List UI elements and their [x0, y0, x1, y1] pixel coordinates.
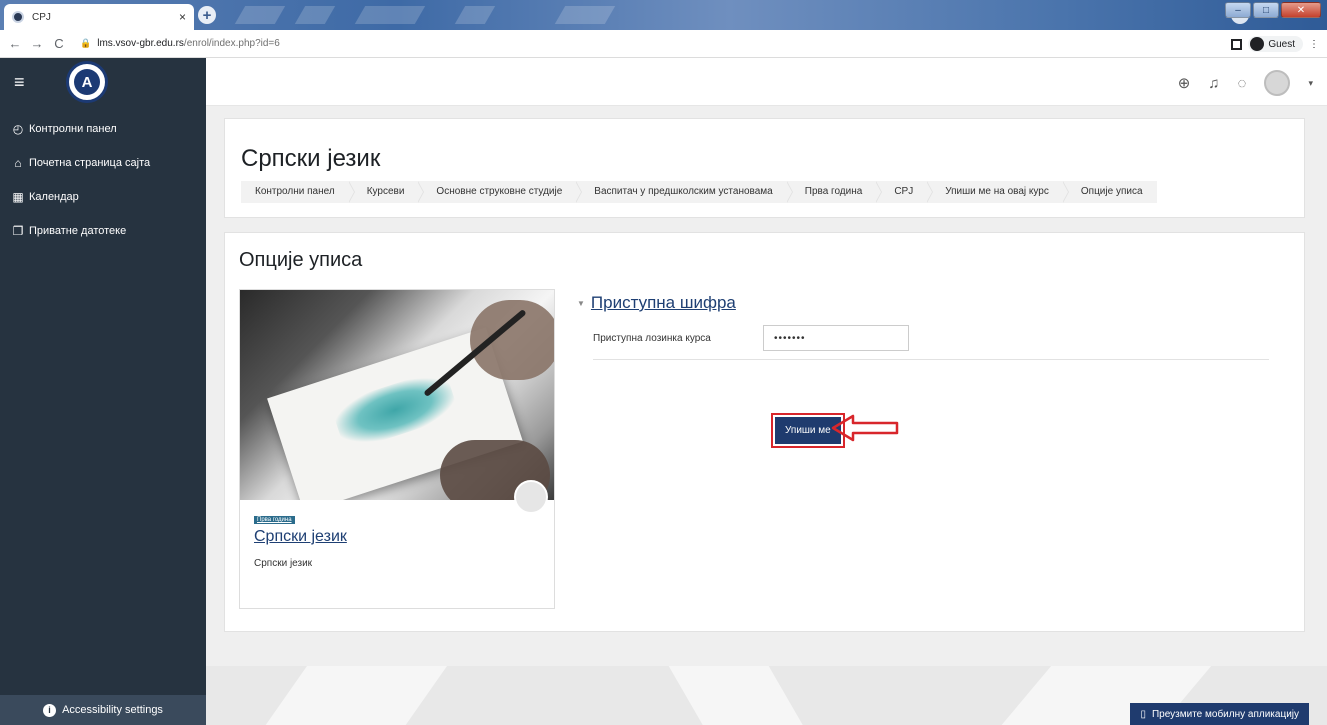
page-title: Српски језик [241, 145, 381, 172]
image-hand-shape [470, 300, 554, 380]
notifications-bell-icon[interactable]: ♫ [1208, 75, 1219, 92]
breadcrumb-item-current: Опције уписа [1080, 186, 1143, 197]
sidebar-item-dashboard[interactable]: ◴ Контролни панел [0, 112, 206, 146]
close-window-icon[interactable]: ✕ [1281, 2, 1321, 18]
close-tab-icon[interactable]: × [179, 10, 186, 24]
tab-title: CPJ [32, 11, 51, 23]
sidebar: ◴ Контролни панел ⌂ Почетна страница сај… [0, 106, 206, 725]
profile-button[interactable]: Guest [1248, 36, 1303, 52]
course-card: Прва година Српски језик Српски језик [239, 289, 555, 609]
site-logo[interactable]: A [66, 61, 108, 103]
minimize-icon[interactable]: – [1225, 2, 1251, 18]
language-globe-icon[interactable]: ⊕ [1178, 74, 1191, 92]
enrolment-options-card: Опције уписа Прва година Српски језик Ср… [224, 232, 1305, 632]
forward-arrow-icon[interactable]: → [28, 36, 46, 51]
breadcrumb-item[interactable]: Курсеви [349, 181, 425, 203]
course-name-link[interactable]: Српски језик [254, 528, 347, 546]
user-avatar[interactable] [1264, 70, 1291, 96]
collapse-triangle-icon[interactable]: ▼ [577, 299, 585, 308]
back-arrow-icon[interactable]: ← [6, 36, 24, 51]
browser-menu-icon[interactable]: ⋮ [1309, 39, 1319, 50]
profile-icon [1250, 37, 1265, 51]
url-field[interactable]: 🔒 lms.vsov-gbr.edu.rs/enrol/index.php?id… [80, 38, 280, 49]
breadcrumb-item[interactable]: Прва година [787, 181, 882, 203]
hamburger-menu-icon[interactable]: ≡ [14, 72, 44, 93]
get-mobile-app-button[interactable]: ▯ Преузмите мобилну апликацију [1130, 703, 1309, 725]
self-enrolment-form: ▼ Приступна шифра Приступна лозинка курс… [577, 293, 1269, 448]
logo-emblem-icon: A [74, 69, 100, 95]
lock-icon: 🔒 [80, 38, 92, 48]
browser-tabbar: CPJ × + ⌄ – □ ✕ [0, 0, 1327, 30]
sidebar-item-label: Календар [29, 191, 79, 203]
enrolment-key-input[interactable]: ••••••• [763, 325, 909, 351]
password-label: Приступна лозинка курса [593, 332, 711, 344]
section-title: Опције уписа [239, 249, 363, 271]
window-decoration [354, 6, 426, 24]
accessibility-label: Accessibility settings [62, 704, 163, 716]
mobile-app-label: Преузмите мобилну апликацију [1151, 708, 1299, 720]
new-tab-button[interactable]: + [198, 6, 216, 24]
teacher-avatar[interactable] [514, 480, 548, 514]
sidebar-item-label: Приватне датотеке [29, 225, 127, 237]
form-divider [593, 359, 1269, 360]
maximize-icon[interactable]: □ [1253, 2, 1279, 18]
breadcrumb: Контролни панел Курсеви Основне струковн… [241, 181, 1157, 203]
breadcrumb-item[interactable]: Основне струковне студије [418, 181, 583, 203]
url-path: /enrol/index.php?id=6 [183, 38, 280, 49]
accessibility-settings-button[interactable]: i Accessibility settings [0, 695, 206, 725]
window-controls: – □ ✕ [1225, 2, 1321, 18]
home-icon: ⌂ [14, 156, 22, 170]
breadcrumb-item[interactable]: Упиши ме на овај курс [927, 181, 1069, 203]
site-favicon-icon [12, 11, 24, 23]
course-category-badge[interactable]: Прва година [254, 516, 295, 524]
breadcrumb-item[interactable]: Контролни панел [241, 181, 355, 203]
address-bar: ← → C 🔒 lms.vsov-gbr.edu.rs/enrol/index.… [0, 30, 1327, 58]
messages-chat-icon[interactable]: ◌ [1238, 75, 1247, 92]
profile-label: Guest [1268, 38, 1295, 50]
page-footer: ▯ Преузмите мобилну апликацију [206, 666, 1327, 725]
course-image [240, 290, 554, 500]
fieldset-legend[interactable]: Приступна шифра [591, 293, 736, 313]
mobile-phone-icon: ▯ [1140, 708, 1146, 720]
pointer-arrow-icon [831, 414, 899, 442]
breadcrumb-item[interactable]: Васпитач у предшколским установама [576, 181, 794, 203]
user-menu-caret-icon[interactable]: ▾ [1308, 78, 1313, 89]
info-icon: i [43, 703, 57, 717]
reload-icon[interactable]: C [50, 36, 68, 51]
browser-tab[interactable]: CPJ × [4, 4, 194, 30]
window-decoration [554, 6, 616, 24]
url-host: lms.vsov-gbr.edu.rs [97, 38, 184, 49]
window-decoration [234, 6, 286, 24]
footer-decoration [264, 666, 448, 725]
dashboard-gauge-icon: ◴ [12, 122, 24, 136]
main-region: Српски језик Контролни панел Курсеви Осн… [206, 106, 1327, 725]
breadcrumb-item[interactable]: CPJ [876, 181, 934, 203]
window-decoration [454, 6, 496, 24]
sidebar-item-private-files[interactable]: ❐ Приватне датотеке [0, 214, 206, 248]
footer-decoration [668, 666, 804, 725]
files-icon: ❐ [12, 224, 24, 238]
course-summary: Српски језик [254, 558, 313, 569]
site-navbar: ≡ A ⊕ ♫ ◌ ▾ [0, 58, 1327, 106]
sidebar-item-calendar[interactable]: ▦ Календар [0, 180, 206, 214]
tab-search-icon[interactable] [1231, 38, 1243, 50]
window-decoration [294, 6, 336, 24]
sidebar-item-home[interactable]: ⌂ Почетна страница сајта [0, 146, 206, 180]
page-header-card: Српски језик Контролни панел Курсеви Осн… [224, 118, 1305, 218]
sidebar-item-label: Почетна страница сајта [29, 157, 151, 169]
sidebar-item-label: Контролни панел [29, 123, 117, 135]
fieldset-header[interactable]: ▼ Приступна шифра [577, 293, 1267, 313]
calendar-icon: ▦ [12, 190, 24, 204]
